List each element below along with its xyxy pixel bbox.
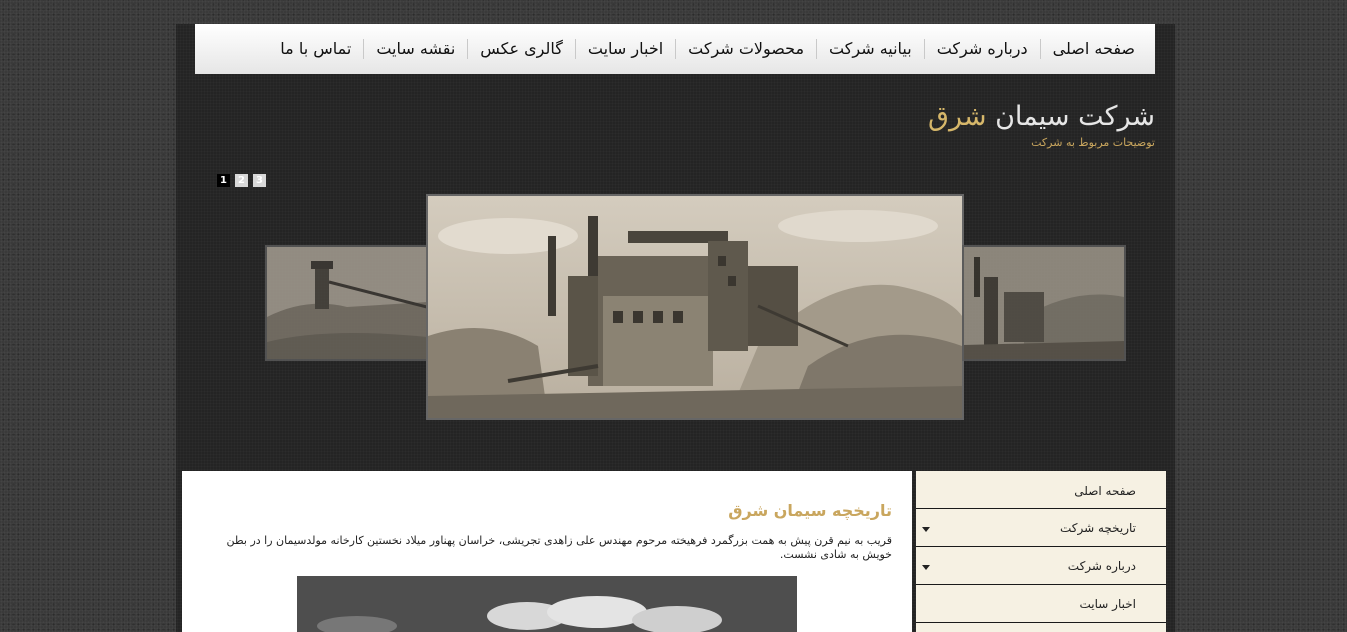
main-content: تاریخچه سیمان شرق قریب به نیم قرن پیش به… bbox=[182, 471, 912, 632]
content-photo bbox=[297, 576, 797, 632]
historic-photo bbox=[297, 576, 797, 632]
nav-divider bbox=[363, 39, 365, 59]
nav-divider bbox=[816, 39, 818, 59]
nav-divider bbox=[574, 39, 576, 59]
sidebar-item-label: تاریخچه شرکت bbox=[1059, 521, 1136, 535]
slider-page-3[interactable]: 3 bbox=[253, 174, 266, 187]
sidebar-item-history[interactable]: تاریخچه شرکت bbox=[916, 509, 1166, 547]
caret-down-icon bbox=[922, 527, 930, 532]
factory-plant-photo bbox=[964, 247, 1124, 359]
nav-item-statement[interactable]: بیانیه شرکت bbox=[817, 38, 924, 60]
sidebar-item-news[interactable]: اخبار سایت bbox=[916, 585, 1166, 623]
sidebar-item-label: اخبار سایت bbox=[1079, 597, 1136, 611]
sidebar-menu: صفحه اصلی تاریخچه شرکت درباره شرکت اخبار… bbox=[916, 471, 1166, 632]
site-title-accent: شرق bbox=[928, 101, 987, 132]
slider-page-2[interactable]: 2 bbox=[235, 174, 248, 187]
site-brand: شرکت سیمان شرق توضیحات مربوط به شرکت bbox=[928, 98, 1155, 149]
sidebar-item-about[interactable]: درباره شرکت bbox=[916, 547, 1166, 585]
page-wrapper: صفحه اصلی درباره شرکت بیانیه شرکت محصولا… bbox=[176, 24, 1175, 632]
nav-item-news[interactable]: اخبار سایت bbox=[576, 38, 675, 60]
sidebar-item-label: صفحه اصلی bbox=[1074, 484, 1136, 498]
nav-item-sitemap[interactable]: نقشه سایت bbox=[364, 38, 467, 60]
nav-divider bbox=[923, 39, 925, 59]
slider-page-1[interactable]: 1 bbox=[217, 174, 230, 187]
nav-divider bbox=[467, 39, 469, 59]
nav-item-home[interactable]: صفحه اصلی bbox=[1041, 38, 1147, 60]
nav-item-contact[interactable]: تماس با ما bbox=[268, 38, 363, 60]
cement-factory-photo bbox=[428, 196, 962, 418]
nav-divider bbox=[675, 39, 677, 59]
nav-divider bbox=[1039, 39, 1041, 59]
slide-next-image[interactable] bbox=[962, 245, 1126, 361]
nav-item-gallery[interactable]: گالری عکس bbox=[468, 38, 575, 60]
nav-item-about[interactable]: درباره شرکت bbox=[925, 38, 1040, 60]
sidebar-item-home[interactable]: صفحه اصلی bbox=[916, 471, 1166, 509]
content-paragraph: قریب به نیم قرن پیش به همت بزرگمرد فرهیخ… bbox=[226, 534, 893, 561]
slide-prev-image[interactable] bbox=[265, 245, 429, 361]
site-tagline: توضیحات مربوط به شرکت bbox=[1031, 136, 1155, 149]
top-nav: صفحه اصلی درباره شرکت بیانیه شرکت محصولا… bbox=[195, 24, 1155, 74]
factory-tower-photo bbox=[267, 247, 427, 359]
nav-item-products[interactable]: محصولات شرکت bbox=[676, 38, 816, 60]
site-title-main: شرکت سیمان bbox=[986, 101, 1155, 132]
site-title[interactable]: شرکت سیمان شرق bbox=[928, 98, 1155, 136]
sidebar-item-label: درباره شرکت bbox=[1067, 559, 1136, 573]
content-title: تاریخچه سیمان شرق bbox=[728, 501, 892, 520]
slide-current-image[interactable] bbox=[426, 194, 964, 420]
caret-down-icon bbox=[922, 565, 930, 570]
slider-pager: 1 2 3 bbox=[217, 174, 266, 187]
